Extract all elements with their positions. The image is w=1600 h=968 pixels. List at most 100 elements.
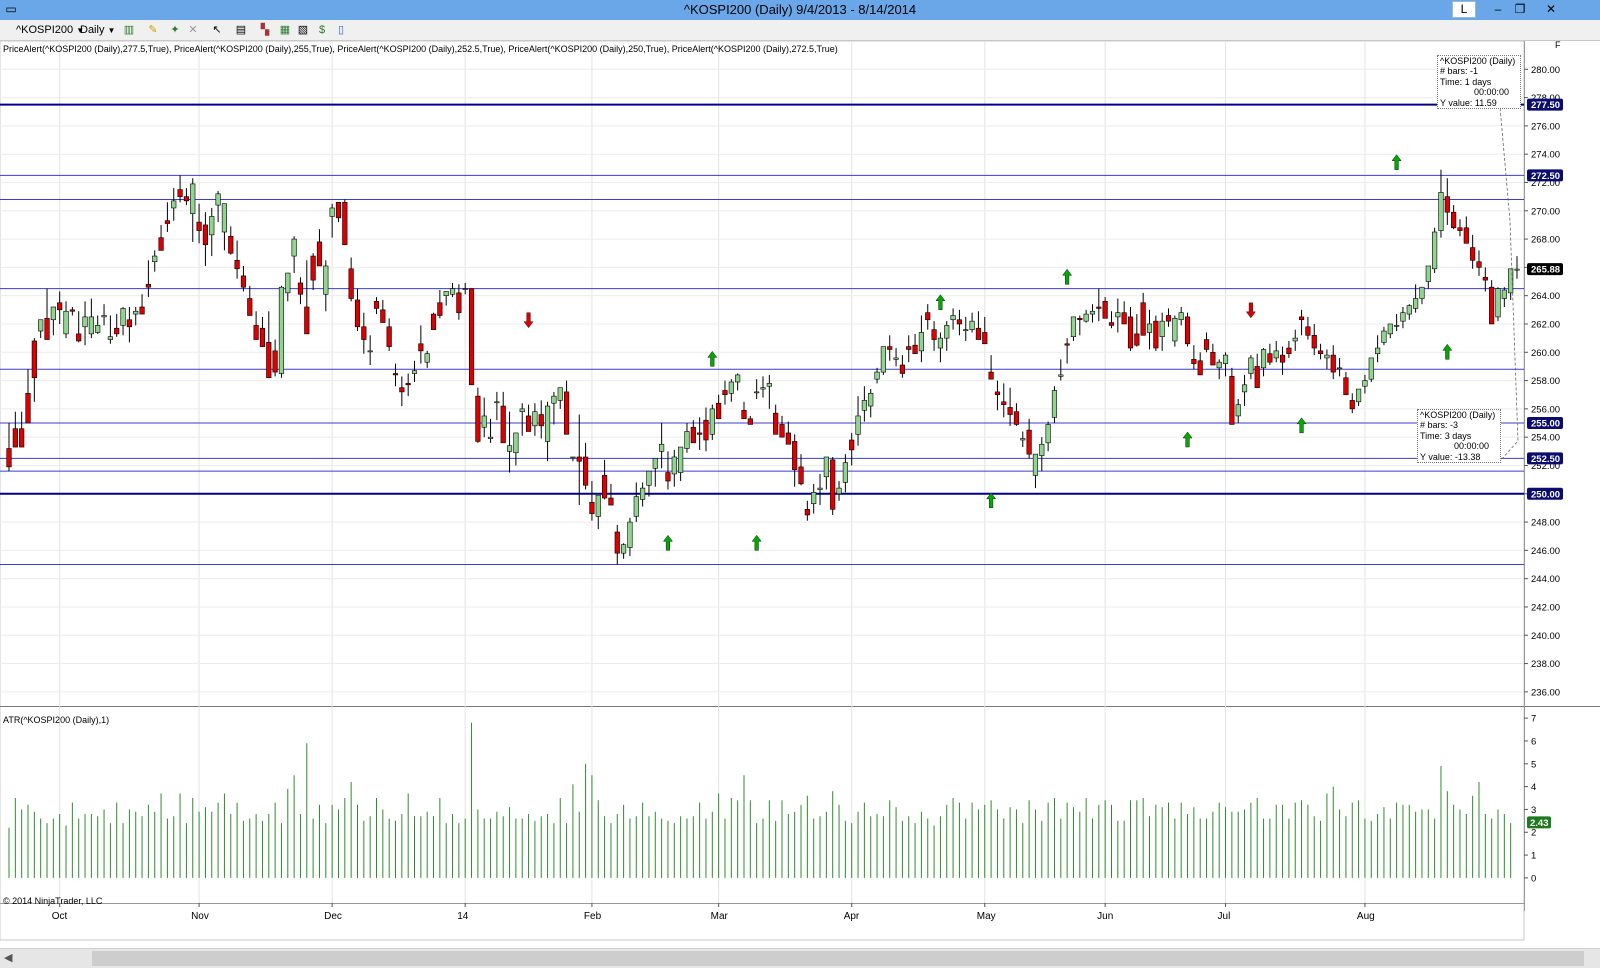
candle-body[interactable] — [19, 428, 25, 448]
candle-body[interactable] — [234, 260, 240, 270]
candle-body[interactable] — [411, 370, 418, 374]
candle-body[interactable] — [177, 189, 183, 197]
candle-body[interactable] — [551, 395, 557, 404]
candle-body[interactable] — [557, 387, 563, 401]
candle-body[interactable] — [38, 319, 44, 332]
cursor-icon[interactable]: ↖ — [210, 23, 224, 37]
candle-body[interactable] — [285, 272, 291, 294]
candle-body[interactable] — [164, 220, 170, 224]
candle-body[interactable] — [1197, 360, 1203, 376]
candle-body[interactable] — [640, 487, 646, 500]
candle-body[interactable] — [1489, 286, 1495, 325]
candle-body[interactable] — [1083, 313, 1089, 322]
candle-body[interactable] — [684, 431, 690, 449]
candle-body[interactable] — [1235, 404, 1241, 417]
candle-body[interactable] — [760, 387, 766, 390]
candle-body[interactable] — [1102, 301, 1108, 319]
candle-body[interactable] — [589, 501, 595, 514]
candle-body[interactable] — [1457, 227, 1463, 231]
candle-body[interactable] — [1273, 350, 1279, 359]
candle-body[interactable] — [82, 316, 88, 328]
candle-body[interactable] — [329, 207, 335, 217]
candle-body[interactable] — [1153, 320, 1159, 349]
candle-body[interactable] — [1020, 438, 1026, 441]
candle-body[interactable] — [1121, 312, 1127, 325]
candle-body[interactable] — [1419, 286, 1425, 299]
candle-body[interactable] — [1324, 354, 1330, 359]
candle-body[interactable] — [1165, 315, 1172, 322]
candle-body[interactable] — [1254, 366, 1260, 388]
candle-body[interactable] — [855, 415, 861, 435]
price-chart[interactable]: 236.00 238.00 240.00 242.00 244.00 246.00 248.… — [0, 40, 1600, 941]
candle-body[interactable] — [1070, 316, 1077, 338]
strategies-icon[interactable]: ▦ — [278, 23, 292, 37]
candle-body[interactable] — [1032, 453, 1039, 476]
candle-body[interactable] — [361, 326, 367, 340]
candle-body[interactable] — [418, 343, 424, 352]
candle-body[interactable] — [506, 445, 513, 452]
candle-body[interactable] — [1279, 354, 1286, 363]
candle-body[interactable] — [354, 299, 361, 328]
candle-body[interactable] — [1178, 312, 1184, 321]
candle-body[interactable] — [1501, 289, 1507, 299]
candle-body[interactable] — [449, 288, 456, 295]
candle-body[interactable] — [646, 470, 652, 486]
candle-body[interactable] — [31, 340, 37, 379]
candle-body[interactable] — [190, 183, 196, 214]
candle-body[interactable] — [1375, 347, 1381, 354]
candle-body[interactable] — [209, 216, 215, 236]
candle-body[interactable] — [918, 332, 924, 352]
candle-body[interactable] — [956, 319, 963, 325]
candle-body[interactable] — [500, 405, 506, 444]
candle-body[interactable] — [1387, 323, 1393, 335]
candle-body[interactable] — [1406, 305, 1412, 315]
data-box-icon[interactable]: ▤ — [234, 23, 248, 37]
candle-body[interactable] — [278, 286, 285, 374]
candle-body[interactable] — [1096, 306, 1102, 309]
candle-body[interactable] — [481, 415, 487, 428]
candle-body[interactable] — [937, 337, 943, 349]
candle-body[interactable] — [228, 235, 234, 254]
candle-body[interactable] — [399, 387, 405, 393]
remove-draw-icon[interactable]: ✕ — [186, 23, 200, 37]
candle-body[interactable] — [139, 306, 145, 315]
candle-body[interactable] — [304, 306, 310, 335]
candle-body[interactable] — [196, 221, 202, 231]
link-button[interactable]: L — [1452, 1, 1476, 18]
candle-body[interactable] — [247, 298, 253, 316]
candle-body[interactable] — [424, 353, 430, 363]
candle-body[interactable] — [842, 462, 848, 483]
candle-body[interactable] — [120, 308, 126, 326]
candle-body[interactable] — [88, 316, 94, 335]
candle-body[interactable] — [665, 472, 671, 482]
candle-body[interactable] — [741, 409, 747, 420]
candle-body[interactable] — [804, 509, 810, 516]
candle-body[interactable] — [12, 428, 18, 448]
candle-body[interactable] — [1432, 231, 1438, 270]
candle-body[interactable] — [95, 325, 101, 333]
candle-body[interactable] — [133, 310, 139, 315]
candle-body[interactable] — [1134, 333, 1140, 346]
candle-body[interactable] — [6, 448, 12, 468]
candle-body[interactable] — [297, 282, 304, 295]
candle-body[interactable] — [494, 401, 500, 404]
candle-body[interactable] — [811, 492, 817, 504]
candle-body[interactable] — [735, 374, 741, 383]
indicators-icon[interactable]: ▚ — [258, 23, 272, 37]
candle-body[interactable] — [323, 265, 329, 295]
candle-body[interactable] — [785, 432, 791, 445]
candle-body[interactable] — [652, 458, 658, 469]
scroll-thumb[interactable] — [92, 951, 1584, 966]
candle-body[interactable] — [994, 391, 1001, 396]
candle-body[interactable] — [63, 310, 69, 335]
candle-body[interactable] — [392, 373, 399, 376]
candle-body[interactable] — [443, 291, 449, 296]
candle-body[interactable] — [1026, 429, 1032, 455]
candle-body[interactable] — [1311, 334, 1317, 349]
candle-body[interactable] — [798, 466, 804, 485]
candle-body[interactable] — [722, 390, 728, 396]
candle-body[interactable] — [1241, 384, 1248, 393]
candle-body[interactable] — [1007, 407, 1013, 415]
candle-body[interactable] — [468, 288, 475, 386]
candle-body[interactable] — [253, 325, 259, 340]
